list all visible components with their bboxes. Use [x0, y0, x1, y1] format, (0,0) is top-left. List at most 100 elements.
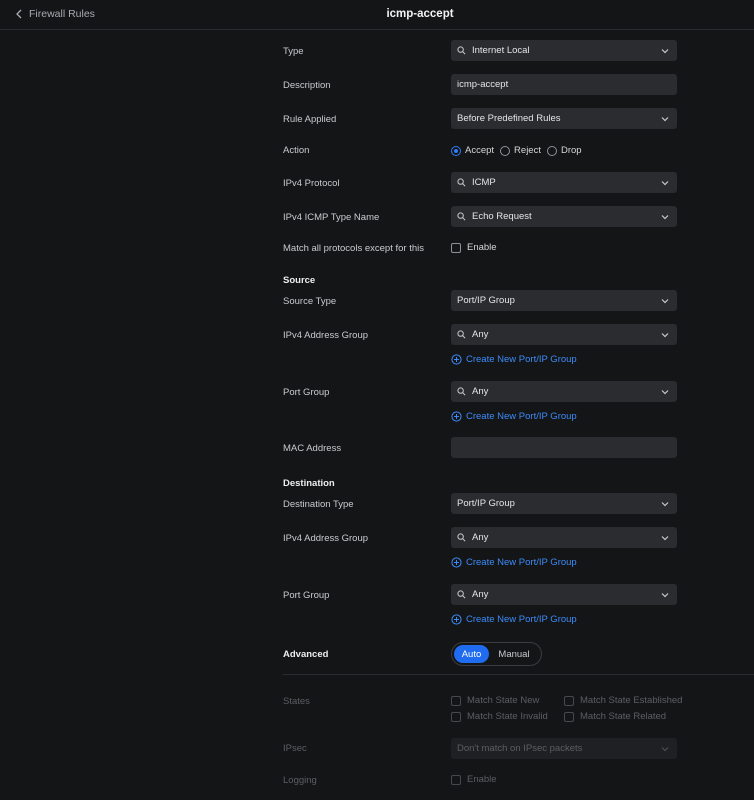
type-label: Type — [283, 46, 304, 57]
source-port-group-select[interactable]: Any — [451, 381, 677, 402]
description-label: Description — [283, 80, 331, 91]
checkbox-icon — [451, 695, 461, 706]
create-link-label: Create New Port/IP Group — [466, 614, 577, 625]
icmp-type-value: Echo Request — [472, 211, 532, 222]
checkbox-icon — [451, 774, 461, 785]
search-icon — [457, 46, 466, 55]
chevron-down-icon — [661, 180, 669, 185]
action-radio-group: Accept Reject Drop — [451, 145, 582, 156]
create-link-label: Create New Port/IP Group — [466, 354, 577, 365]
match-all-checkbox[interactable]: Enable — [451, 242, 497, 253]
chevron-down-icon — [661, 535, 669, 540]
checkbox-label: Match State Related — [580, 711, 667, 722]
ipv4-protocol-label: IPv4 Protocol — [283, 178, 340, 189]
search-icon — [457, 590, 466, 599]
type-select[interactable]: Internet Local — [451, 40, 677, 61]
state-related-checkbox[interactable]: Match State Related — [564, 711, 666, 722]
source-port-create-group-link[interactable]: Create New Port/IP Group — [451, 411, 577, 422]
chevron-down-icon — [661, 116, 669, 121]
search-icon — [457, 387, 466, 396]
search-icon — [457, 178, 466, 187]
rule-applied-value: Before Predefined Rules — [457, 113, 561, 124]
search-icon — [457, 212, 466, 221]
match-all-label: Match all protocols except for this — [283, 243, 424, 254]
destination-type-select[interactable]: Port/IP Group — [451, 493, 677, 514]
plus-circle-icon — [451, 354, 462, 365]
radio-icon — [500, 145, 511, 156]
destination-type-value: Port/IP Group — [457, 498, 515, 509]
plus-circle-icon — [451, 614, 462, 625]
ipv4-protocol-select[interactable]: ICMP — [451, 172, 677, 193]
action-reject-radio[interactable]: Reject — [500, 145, 541, 156]
state-new-checkbox[interactable]: Match State New — [451, 695, 539, 706]
chevron-down-icon — [661, 332, 669, 337]
rule-applied-select[interactable]: Before Predefined Rules — [451, 108, 677, 129]
checkbox-icon — [451, 242, 461, 253]
chevron-down-icon — [661, 592, 669, 597]
ipsec-label: IPsec — [283, 743, 307, 754]
top-bar: Firewall Rules icmp-accept — [0, 0, 754, 30]
logging-label: Logging — [283, 775, 317, 786]
source-port-group-value: Any — [472, 386, 489, 397]
checkbox-label: Enable — [467, 774, 497, 785]
search-icon — [457, 330, 466, 339]
chevron-down-icon — [661, 389, 669, 394]
icmp-type-select[interactable]: Echo Request — [451, 206, 677, 227]
radio-icon — [546, 145, 557, 156]
source-type-label: Source Type — [283, 296, 337, 307]
icmp-type-label: IPv4 ICMP Type Name — [283, 212, 380, 223]
logging-checkbox[interactable]: Enable — [451, 774, 497, 785]
type-value: Internet Local — [472, 45, 530, 56]
state-established-checkbox[interactable]: Match State Established — [564, 695, 682, 706]
ipsec-value: Don't match on IPsec packets — [457, 743, 583, 754]
checkbox-icon — [451, 711, 461, 722]
destination-heading: Destination — [283, 478, 335, 489]
action-accept-radio[interactable]: Accept — [451, 145, 494, 156]
checkbox-label: Match State New — [467, 695, 540, 706]
states-label: States — [283, 696, 310, 707]
ipsec-select[interactable]: Don't match on IPsec packets — [451, 738, 677, 759]
chevron-down-icon — [661, 298, 669, 303]
checkbox-label: Match State Established — [580, 695, 683, 706]
create-link-label: Create New Port/IP Group — [466, 557, 577, 568]
destination-port-create-group-link[interactable]: Create New Port/IP Group — [451, 614, 577, 625]
plus-circle-icon — [451, 411, 462, 422]
description-input[interactable]: icmp-accept — [451, 74, 677, 95]
mode-auto-button[interactable]: Auto — [454, 645, 489, 663]
destination-port-group-select[interactable]: Any — [451, 584, 677, 605]
page-title: icmp-accept — [386, 8, 454, 20]
search-icon — [457, 533, 466, 542]
destination-port-group-label: Port Group — [283, 590, 330, 601]
action-label: Action — [283, 145, 310, 156]
mode-manual-button[interactable]: Manual — [489, 645, 539, 663]
mac-address-label: MAC Address — [283, 443, 342, 454]
source-ipv4-group-select[interactable]: Any — [451, 324, 677, 345]
chevron-down-icon — [661, 214, 669, 219]
chevron-down-icon — [661, 746, 669, 751]
radio-label: Drop — [560, 145, 582, 156]
source-ipv4-group-value: Any — [472, 329, 489, 340]
source-type-value: Port/IP Group — [457, 295, 515, 306]
action-drop-radio[interactable]: Drop — [546, 145, 582, 156]
destination-ipv4-group-select[interactable]: Any — [451, 527, 677, 548]
checkbox-label: Enable — [467, 242, 497, 253]
ipv4-protocol-value: ICMP — [472, 177, 496, 188]
rule-applied-label: Rule Applied — [283, 114, 337, 125]
advanced-mode-toggle: Auto Manual — [451, 642, 542, 666]
source-heading: Source — [283, 275, 316, 286]
destination-port-group-value: Any — [472, 589, 489, 600]
checkbox-icon — [564, 695, 574, 706]
mac-address-input[interactable] — [451, 437, 677, 458]
destination-ipv4-group-label: IPv4 Address Group — [283, 533, 369, 544]
source-ipv4-create-group-link[interactable]: Create New Port/IP Group — [451, 354, 577, 365]
state-invalid-checkbox[interactable]: Match State Invalid — [451, 711, 548, 722]
chevron-down-icon — [661, 501, 669, 506]
destination-ipv4-group-value: Any — [472, 532, 489, 543]
source-type-select[interactable]: Port/IP Group — [451, 290, 677, 311]
radio-label: Reject — [514, 145, 541, 156]
destination-ipv4-create-group-link[interactable]: Create New Port/IP Group — [451, 557, 577, 568]
description-value: icmp-accept — [457, 79, 509, 90]
advanced-heading: Advanced — [283, 649, 329, 660]
chevron-down-icon — [661, 48, 669, 53]
plus-circle-icon — [451, 557, 462, 568]
